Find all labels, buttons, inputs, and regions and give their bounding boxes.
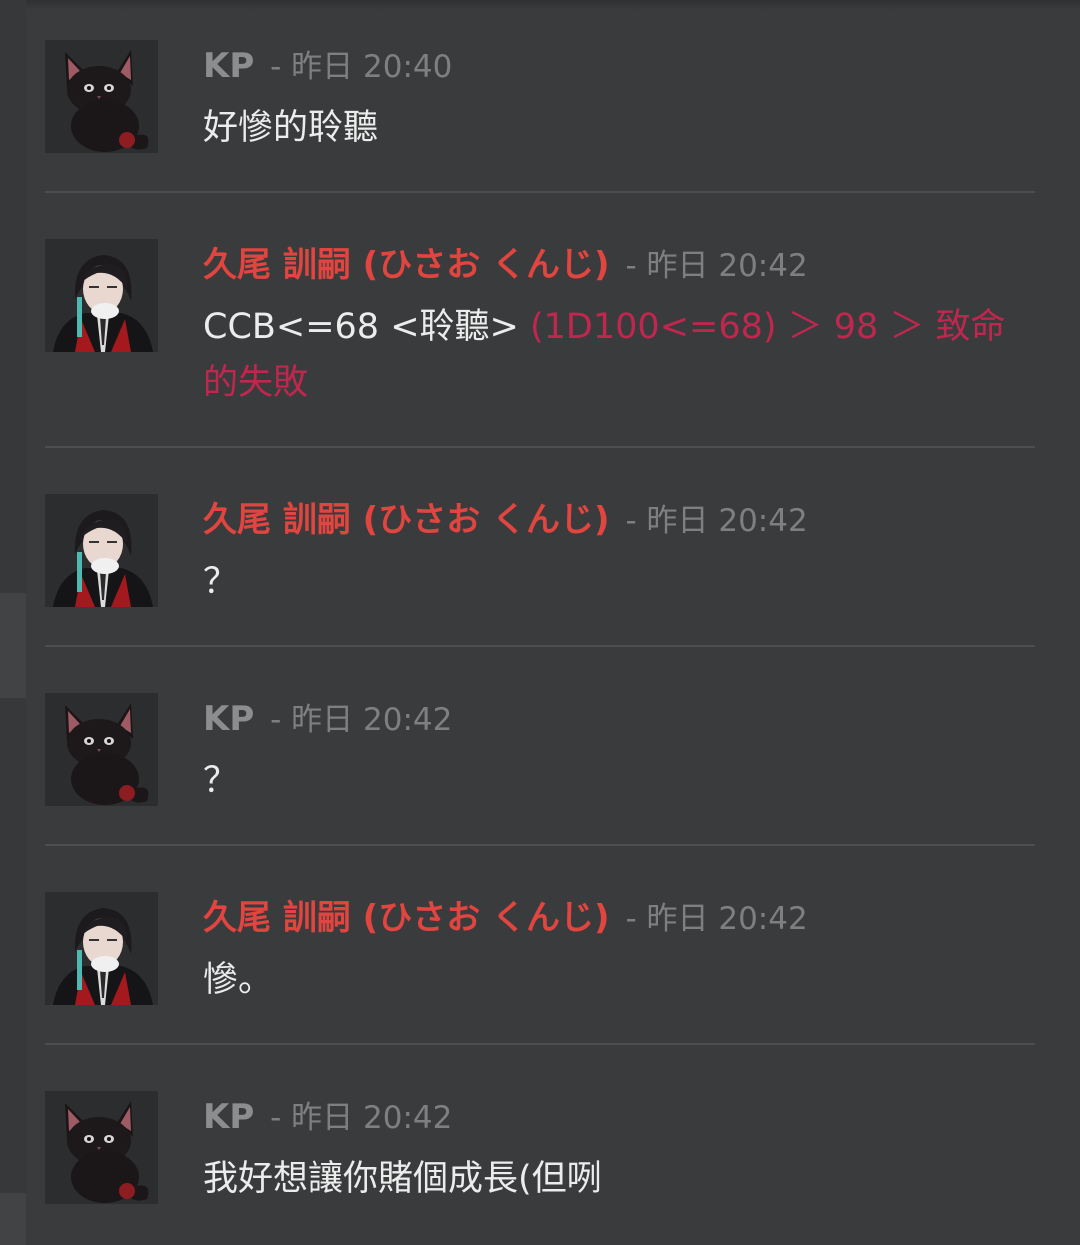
dark-haired-man-avatar-icon (45, 494, 158, 607)
timestamp: - 昨日 20:42 (615, 248, 808, 284)
meta-separator: - (615, 901, 647, 937)
author-name[interactable]: KP (203, 46, 254, 86)
side-rail-tab-bottom[interactable] (0, 1193, 26, 1245)
message-header: 久尾 訓嗣 (ひさお くんじ) - 昨日 20:42 (203, 243, 808, 288)
meta-separator: - (615, 248, 647, 284)
author-name[interactable]: 久尾 訓嗣 (ひさお くんじ) (203, 245, 610, 285)
kp-avatar[interactable] (45, 693, 158, 806)
dice-command: CCB<=68 <聆聽> (203, 307, 530, 347)
meta-separator: - (260, 49, 292, 85)
author-name[interactable]: KP (203, 699, 254, 739)
message-divider (45, 645, 1035, 647)
timestamp-date: 昨日 (646, 503, 709, 539)
timestamp-time: 20:42 (363, 702, 453, 738)
message-divider (45, 446, 1035, 448)
timestamp: - 昨日 20:42 (615, 503, 808, 539)
character-avatar[interactable] (45, 892, 158, 1005)
black-cat-avatar-icon (45, 693, 158, 806)
message-header: 久尾 訓嗣 (ひさお くんじ) - 昨日 20:42 (203, 896, 808, 941)
author-name[interactable]: 久尾 訓嗣 (ひさお くんじ) (203, 500, 610, 540)
meta-separator: - (260, 702, 292, 738)
timestamp-date: 昨日 (291, 1100, 354, 1136)
timestamp-time: 20:42 (718, 248, 808, 284)
message-divider (45, 1043, 1035, 1045)
timestamp: - 昨日 20:40 (260, 49, 452, 85)
meta-separator: - (260, 1100, 292, 1136)
dark-haired-man-avatar-icon (45, 239, 158, 352)
chat-log: KP - 昨日 20:40 好慘的聆聽 久尾 訓嗣 (ひさお くんじ) - 昨日… (0, 0, 1080, 1245)
kp-avatar[interactable] (45, 1091, 158, 1204)
timestamp-time: 20:42 (718, 503, 808, 539)
timestamp-date: 昨日 (291, 702, 354, 738)
meta-separator: - (615, 503, 647, 539)
timestamp: - 昨日 20:42 (615, 901, 808, 937)
top-edge (0, 0, 1080, 10)
timestamp-time: 20:42 (718, 901, 808, 937)
message-text: 慘。 (203, 960, 274, 1000)
message-header: KP - 昨日 20:40 (203, 44, 452, 89)
message-text: ？ (203, 761, 239, 801)
timestamp: - 昨日 20:42 (260, 702, 452, 738)
kp-avatar[interactable] (45, 40, 158, 153)
message-header: KP - 昨日 20:42 (203, 697, 452, 742)
timestamp-date: 昨日 (291, 49, 354, 85)
timestamp-date: 昨日 (646, 248, 709, 284)
black-cat-avatar-icon (45, 40, 158, 153)
message-text: 好慘的聆聽 (203, 108, 379, 148)
message-divider (45, 191, 1035, 193)
message-text: ？ (203, 562, 239, 602)
message-text: 我好想讓你賭個成長(但咧 (203, 1159, 602, 1199)
timestamp-time: 20:40 (363, 49, 453, 85)
message-header: KP - 昨日 20:42 (203, 1095, 452, 1140)
character-avatar[interactable] (45, 239, 158, 352)
author-name[interactable]: KP (203, 1097, 254, 1137)
timestamp-date: 昨日 (646, 901, 709, 937)
dark-haired-man-avatar-icon (45, 892, 158, 1005)
message-header: 久尾 訓嗣 (ひさお くんじ) - 昨日 20:42 (203, 498, 808, 543)
message-text: CCB<=68 <聆聽> (1D100<=68) ＞ 98 ＞ 致命的失敗 (203, 299, 1023, 411)
author-name[interactable]: 久尾 訓嗣 (ひさお くんじ) (203, 898, 610, 938)
timestamp: - 昨日 20:42 (260, 1100, 452, 1136)
timestamp-time: 20:42 (363, 1100, 453, 1136)
message-divider (45, 844, 1035, 846)
character-avatar[interactable] (45, 494, 158, 607)
side-rail-tab[interactable] (0, 593, 26, 698)
black-cat-avatar-icon (45, 1091, 158, 1204)
